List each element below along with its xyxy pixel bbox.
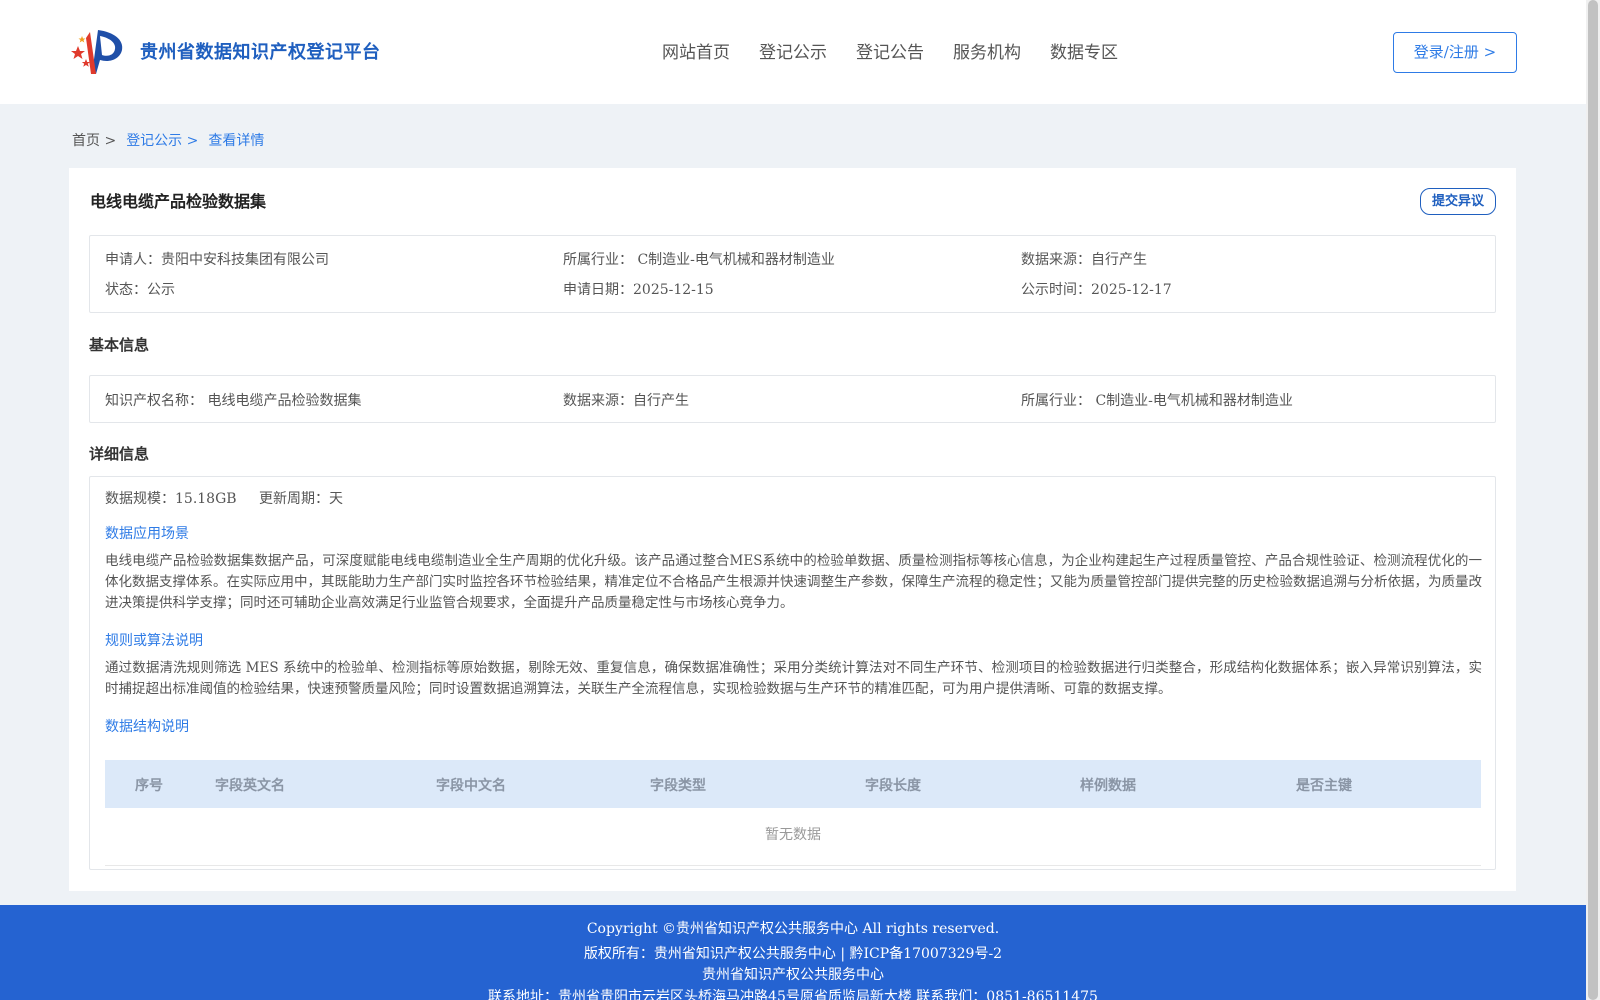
publish-date-field: 公示时间：2025-12-17 — [1021, 282, 1172, 298]
basic-info-heading: 基本信息 — [89, 336, 150, 354]
apply-date-field: 申请日期：2025-12-15 — [563, 282, 714, 298]
update-cycle: 更新周期：天 — [259, 491, 344, 507]
page-footer: Copyright ©贵州省知识产权公共服务中心 All rights rese… — [0, 905, 1586, 1000]
col-field-type: 字段类型 — [650, 778, 706, 794]
structure-heading: 数据结构说明 — [105, 719, 189, 735]
footer-copyright: Copyright ©贵州省知识产权公共服务中心 All rights rese… — [586, 921, 1000, 937]
dataset-title: 电线电缆产品检验数据集 — [90, 192, 267, 211]
rule-heading: 规则或算法说明 — [105, 633, 203, 649]
breadcrumb: 首页 > 登记公示 > 查看详情 — [72, 130, 274, 150]
breadcrumb-home[interactable]: 首页 > — [72, 130, 116, 150]
table-divider — [105, 865, 1481, 866]
nav-service-agencies[interactable]: 服务机构 — [953, 38, 1021, 63]
breadcrumb-publicity[interactable]: 登记公示 > — [126, 130, 198, 150]
table-header-row: 序号 字段英文名 字段中文名 字段类型 字段长度 样例数据 是否主键 — [105, 760, 1481, 808]
col-field-length: 字段长度 — [865, 778, 921, 794]
data-scale: 数据规模：15.18GB — [105, 491, 237, 507]
site-logo[interactable]: 贵州省数据知识产权登记平台 — [70, 26, 381, 76]
structure-table: 序号 字段英文名 字段中文名 字段类型 字段长度 样例数据 是否主键 暂无数据 — [105, 760, 1481, 866]
industry-field: 所属行业： C制造业-电气机械和器材制造业 — [563, 252, 835, 268]
detail-card: 电线电缆产品检验数据集 提交异议 申请人：贵阳中安科技集团有限公司 所属行业： … — [69, 168, 1516, 891]
detail-info-panel: 数据规模：15.18GB 更新周期：天 数据应用场景 电线电缆产品检验数据集数据… — [89, 476, 1496, 870]
col-sample-data: 样例数据 — [1080, 778, 1136, 794]
ip-name-field: 知识产权名称： 电线电缆产品检验数据集 — [105, 393, 362, 409]
scenario-text: 电线电缆产品检验数据集数据产品，可深度赋能电线电缆制造业全生产周期的优化升级。该… — [105, 553, 1482, 611]
breadcrumb-current: 查看详情 — [208, 133, 265, 149]
basic-source-field: 数据来源：自行产生 — [563, 393, 689, 409]
col-index: 序号 — [135, 778, 163, 794]
nav-registration-publicity[interactable]: 登记公示 — [759, 38, 827, 63]
rule-text: 通过数据清洗规则筛选 MES 系统中的检验单、检测指标等原始数据，剔除无效、重复… — [105, 660, 1482, 697]
col-field-cn: 字段中文名 — [436, 778, 506, 794]
page-scrollbar[interactable] — [1586, 0, 1600, 1000]
nav-data-zone[interactable]: 数据专区 — [1050, 38, 1118, 63]
scale-row: 数据规模：15.18GB 更新周期：天 — [105, 488, 361, 508]
summary-panel: 申请人：贵阳中安科技集团有限公司 所属行业： C制造业-电气机械和器材制造业 数… — [89, 235, 1496, 313]
col-field-en: 字段英文名 — [215, 778, 285, 794]
source-field: 数据来源：自行产生 — [1021, 252, 1147, 268]
footer-org: 贵州省知识产权公共服务中心 — [702, 967, 884, 983]
applicant-field: 申请人：贵阳中安科技集团有限公司 — [105, 252, 329, 268]
status-field: 状态：公示 — [105, 282, 175, 298]
scenario-heading: 数据应用场景 — [105, 526, 189, 542]
col-primary-key: 是否主键 — [1296, 778, 1352, 794]
login-register-button[interactable]: 登录/注册 > — [1393, 32, 1517, 73]
basic-info-panel: 知识产权名称： 电线电缆产品检验数据集 数据来源：自行产生 所属行业： C制造业… — [89, 375, 1496, 423]
empty-table-message: 暂无数据 — [765, 827, 821, 843]
nav-home[interactable]: 网站首页 — [662, 38, 730, 63]
footer-contact: 联系地址：贵州省贵阳市云岩区头桥海马冲路45号原省质监局新大楼 联系我们：085… — [488, 989, 1098, 1000]
scrollbar-thumb[interactable] — [1588, 0, 1598, 1000]
site-title: 贵州省数据知识产权登记平台 — [140, 42, 381, 63]
nav-registration-announcement[interactable]: 登记公告 — [856, 38, 924, 63]
logo-emblem-icon — [71, 30, 123, 74]
top-header: 贵州省数据知识产权登记平台 网站首页 登记公示 登记公告 服务机构 数据专区 登… — [0, 0, 1586, 104]
basic-industry-field: 所属行业： C制造业-电气机械和器材制造业 — [1021, 393, 1293, 409]
main-nav: 网站首页 登记公示 登记公告 服务机构 数据专区 — [662, 38, 1147, 63]
detail-info-heading: 详细信息 — [89, 445, 150, 463]
footer-owner: 版权所有：贵州省知识产权公共服务中心 | 黔ICP备17007329号-2 — [583, 946, 1003, 962]
submit-objection-button[interactable]: 提交异议 — [1420, 188, 1496, 215]
